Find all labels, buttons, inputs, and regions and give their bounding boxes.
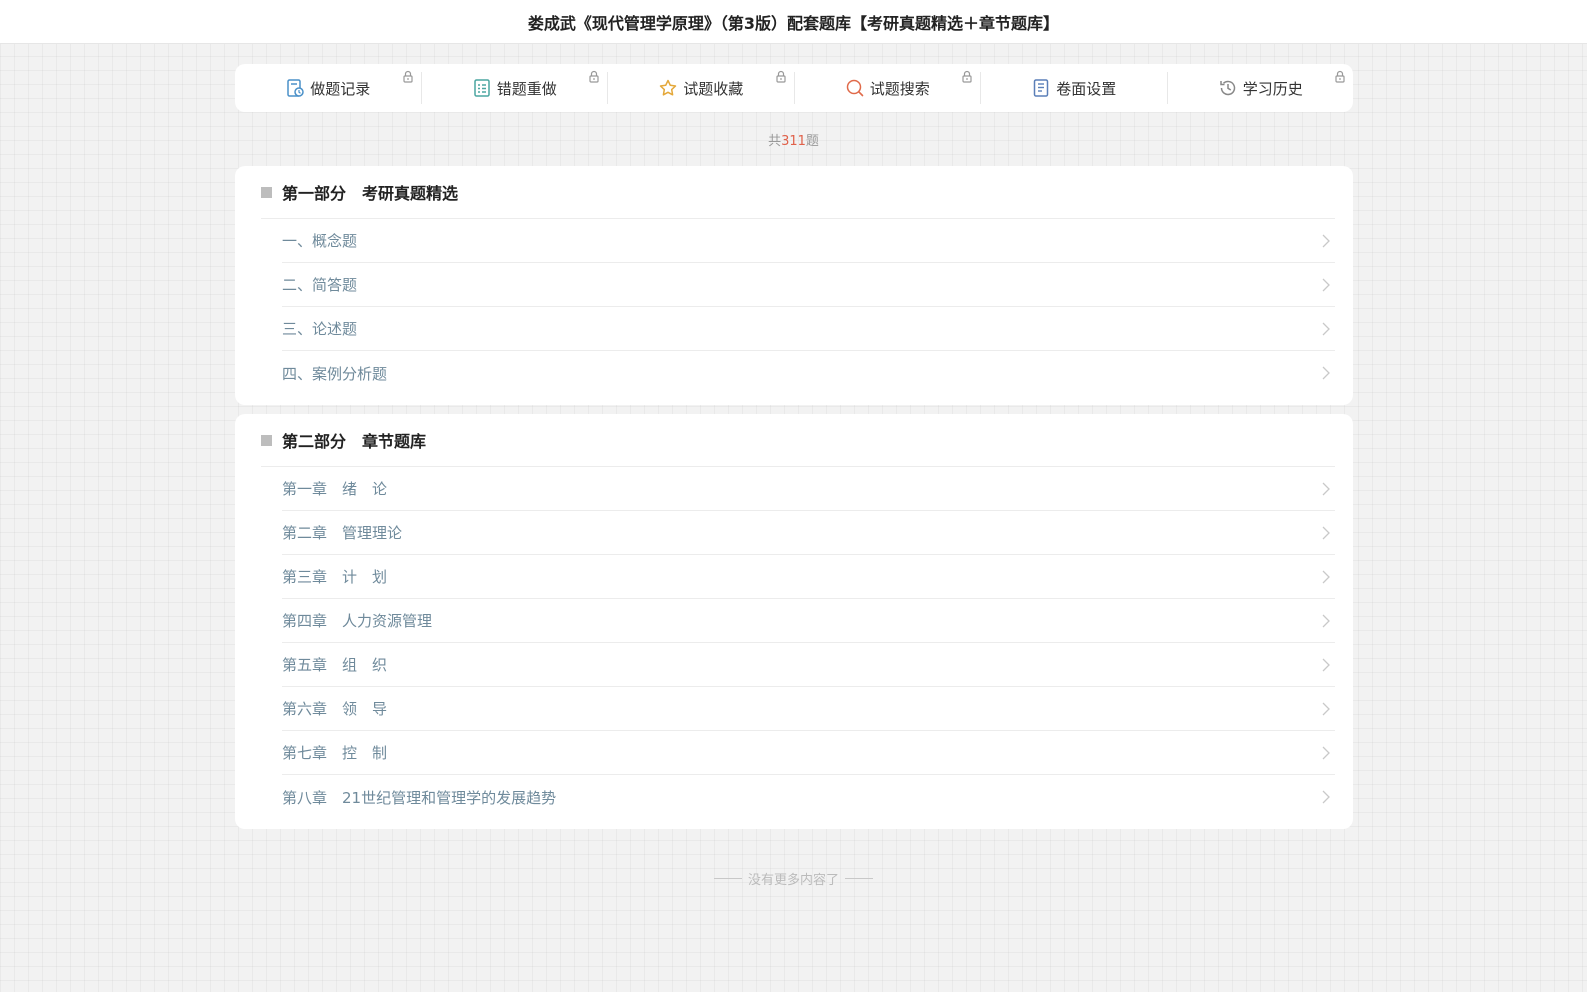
list-item-label: 第二章 管理理论 — [282, 524, 403, 542]
list-item-label: 第八章 21世纪管理和管理学的发展趋势 — [282, 788, 557, 807]
history-icon — [1218, 78, 1238, 98]
list-item[interactable]: 第四章 人力资源管理 — [282, 599, 1335, 643]
section-header: 第二部分 章节题库 — [261, 414, 1335, 467]
document-icon — [1031, 78, 1051, 98]
record-icon — [285, 78, 305, 98]
toolbar: 做题记录 错题重做 试题收藏 试题搜索 卷面设置 学习历史 — [235, 64, 1353, 112]
section-title: 第一部分 考研真题精选 — [282, 184, 459, 203]
paper-settings-button[interactable]: 卷面设置 — [981, 72, 1168, 104]
search-icon — [845, 78, 865, 98]
chevron-right-icon — [1322, 570, 1330, 583]
divider-line — [713, 878, 742, 879]
chevron-right-icon — [1322, 526, 1330, 539]
section-title: 第二部分 章节题库 — [282, 432, 427, 451]
list-item-label: 三、论述题 — [282, 320, 358, 338]
square-bullet-icon — [261, 186, 272, 198]
chevron-right-icon — [1322, 482, 1330, 495]
count-prefix: 共 — [768, 134, 782, 149]
lock-icon — [775, 68, 787, 83]
favorite-label: 试题收藏 — [683, 79, 744, 98]
star-icon — [658, 78, 678, 98]
list-item-label: 第四章 人力资源管理 — [282, 612, 433, 630]
list-item[interactable]: 第七章 控 制 — [282, 731, 1335, 775]
wrong-redo-label: 错题重做 — [496, 79, 557, 98]
chevron-right-icon — [1322, 614, 1330, 627]
list-icon — [472, 78, 492, 98]
list-item[interactable]: 第三章 计 划 — [282, 555, 1335, 599]
footer-text: 没有更多内容了 — [747, 873, 839, 888]
section-card-1: 第一部分 考研真题精选 一、概念题 二、简答题 三、论述题 四、案例分析题 — [235, 166, 1353, 405]
count-suffix: 题 — [805, 134, 819, 149]
page-title: 娄成武《现代管理学原理》（第3版）配套题库【考研真题精选＋章节题库】 — [527, 13, 1060, 33]
lock-icon — [961, 68, 973, 83]
record-button[interactable]: 做题记录 — [235, 70, 422, 104]
record-label: 做题记录 — [310, 79, 371, 98]
list-item[interactable]: 三、论述题 — [282, 307, 1335, 351]
history-label: 学习历史 — [1242, 79, 1303, 98]
list-item[interactable]: 四、案例分析题 — [282, 351, 1335, 395]
chevron-right-icon — [1322, 658, 1330, 671]
list-item-label: 第七章 控 制 — [282, 744, 388, 762]
list-item-label: 一、概念题 — [282, 232, 358, 250]
end-of-list-footer: 没有更多内容了 — [0, 869, 1587, 888]
list-item[interactable]: 一、概念题 — [282, 219, 1335, 263]
square-bullet-icon — [261, 434, 272, 446]
wrong-redo-button[interactable]: 错题重做 — [422, 70, 608, 104]
search-label: 试题搜索 — [869, 79, 930, 98]
lock-icon — [1334, 68, 1346, 83]
section-header: 第一部分 考研真题精选 — [261, 166, 1335, 219]
favorite-button[interactable]: 试题收藏 — [608, 70, 795, 104]
list-item[interactable]: 第一章 绪 论 — [282, 467, 1335, 511]
list-item-label: 第一章 绪 论 — [282, 480, 388, 498]
paper-settings-label: 卷面设置 — [1056, 79, 1117, 98]
chevron-right-icon — [1322, 790, 1330, 804]
list-item[interactable]: 第五章 组 织 — [282, 643, 1335, 687]
section-card-2: 第二部分 章节题库 第一章 绪 论 第二章 管理理论 第三章 计 划 第四章 人… — [235, 414, 1353, 829]
list-item-label: 四、案例分析题 — [282, 364, 388, 383]
top-bar: 娄成武《现代管理学原理》（第3版）配套题库【考研真题精选＋章节题库】 — [0, 0, 1587, 44]
chevron-right-icon — [1322, 702, 1330, 715]
chevron-right-icon — [1322, 278, 1330, 291]
list-item-label: 第三章 计 划 — [282, 568, 388, 586]
chevron-right-icon — [1322, 746, 1330, 759]
chevron-right-icon — [1322, 366, 1330, 380]
count-number: 311 — [781, 134, 806, 149]
list-item[interactable]: 第二章 管理理论 — [282, 511, 1335, 555]
list-item-label: 第五章 组 织 — [282, 656, 388, 674]
lock-icon — [402, 68, 414, 83]
chevron-right-icon — [1322, 234, 1330, 247]
history-button[interactable]: 学习历史 — [1168, 70, 1354, 104]
list-item[interactable]: 第八章 21世纪管理和管理学的发展趋势 — [282, 775, 1335, 819]
divider-line — [845, 878, 873, 879]
list-item[interactable]: 第六章 领 导 — [282, 687, 1335, 731]
question-count: 共311题 — [0, 130, 1587, 149]
list-item-label: 第六章 领 导 — [282, 700, 388, 718]
lock-icon — [588, 68, 600, 83]
list-item-label: 二、简答题 — [282, 276, 358, 294]
list-item[interactable]: 二、简答题 — [282, 263, 1335, 307]
chevron-right-icon — [1322, 322, 1330, 335]
search-button[interactable]: 试题搜索 — [795, 70, 981, 104]
